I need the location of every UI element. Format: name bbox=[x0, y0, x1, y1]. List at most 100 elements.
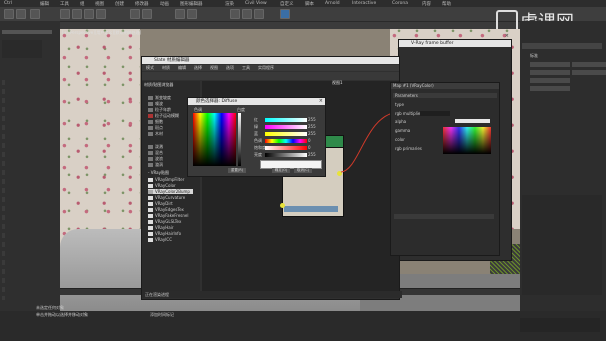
close-icon[interactable]: × bbox=[505, 33, 509, 39]
color-preview bbox=[443, 127, 491, 154]
close-icon[interactable]: × bbox=[319, 98, 323, 104]
channel-value[interactable]: 255 bbox=[308, 117, 316, 122]
browser-header: 材质/贴图浏览器 bbox=[144, 82, 174, 87]
slate-menu-item[interactable]: 编辑 bbox=[178, 65, 186, 71]
list-item: VRayHairInfo bbox=[148, 231, 193, 236]
left-panel bbox=[0, 21, 60, 311]
slate-menu-item[interactable]: 实用程序 bbox=[258, 65, 274, 71]
stats-panel bbox=[2, 40, 42, 58]
channel-value[interactable]: 255 bbox=[308, 124, 316, 129]
color-preview-swatch bbox=[260, 160, 322, 169]
channel-label: 蓝 bbox=[254, 131, 258, 136]
menu-item[interactable]: Interactive bbox=[352, 1, 376, 6]
list-item: VRayGLSLTex bbox=[148, 219, 193, 224]
channel-label: 亮度 bbox=[254, 152, 262, 157]
align-icon[interactable] bbox=[187, 9, 197, 19]
link-icon[interactable] bbox=[30, 9, 40, 19]
panel-dropdown[interactable]: 标准 bbox=[530, 53, 538, 59]
red-slider[interactable] bbox=[265, 118, 307, 122]
slate-menu-item[interactable]: 选项 bbox=[226, 65, 234, 71]
angle-snap-icon[interactable] bbox=[142, 9, 152, 19]
select-icon[interactable] bbox=[60, 9, 70, 19]
menu-bar: Ctrl 编辑 工具 组 视图 创建 修改器 动画 图形编辑器 渲染 Civil… bbox=[0, 0, 606, 7]
channel-value[interactable]: 255 bbox=[308, 152, 316, 157]
param-label: rgb multiplier bbox=[395, 111, 423, 116]
object-type-button[interactable] bbox=[530, 62, 570, 67]
slate-status: 正在渲染进程 bbox=[142, 291, 402, 298]
slate-menu-item[interactable]: 材质 bbox=[162, 65, 170, 71]
snap-icon[interactable] bbox=[130, 9, 140, 19]
object-type-button[interactable] bbox=[530, 70, 570, 75]
list-item: VRayDirt bbox=[148, 201, 193, 206]
channel-label: 绿 bbox=[254, 124, 258, 129]
list-item: VRayHair bbox=[148, 225, 193, 230]
undo-icon[interactable] bbox=[4, 9, 14, 19]
params-header[interactable]: Parameters bbox=[393, 93, 497, 98]
status-selection: 未选定任何对象 bbox=[36, 305, 64, 310]
object-type-button[interactable] bbox=[530, 86, 570, 91]
list-item-selected: VRayColor2Bump bbox=[148, 189, 193, 194]
param-label: gamma bbox=[395, 128, 411, 133]
value-slider[interactable] bbox=[265, 153, 307, 157]
list-item: VRayEdgesTex bbox=[148, 207, 193, 212]
slate-menu-item[interactable]: 工具 bbox=[242, 65, 250, 71]
channel-value[interactable]: 255 bbox=[308, 131, 316, 136]
move-icon[interactable] bbox=[72, 9, 82, 19]
color-picker-title: 颜色选择器: Diffuse bbox=[188, 98, 325, 105]
material-editor-icon[interactable] bbox=[230, 9, 240, 19]
channel-value[interactable]: 0 bbox=[308, 138, 311, 143]
saturation-slider[interactable] bbox=[265, 146, 307, 150]
redo-icon[interactable] bbox=[16, 9, 26, 19]
status-prompt: 单击并拖动以选择并移动对象 bbox=[36, 312, 88, 317]
view-tab[interactable]: 视图1 bbox=[332, 80, 343, 86]
list-item: VRayColor bbox=[148, 183, 193, 188]
ok-button[interactable]: 确定(O) bbox=[272, 168, 290, 173]
slate-menu-item[interactable]: 视图 bbox=[210, 65, 218, 71]
list-item: VRayICC bbox=[148, 237, 193, 242]
render-icon[interactable] bbox=[254, 9, 264, 19]
slate-toolbar bbox=[142, 72, 399, 80]
vfb-title: V-Ray frame buffer bbox=[399, 40, 511, 47]
param-label: type bbox=[395, 102, 404, 107]
whiteness-slider[interactable] bbox=[238, 113, 241, 166]
left-tool-strip bbox=[2, 80, 5, 300]
rotate-icon[interactable] bbox=[84, 9, 94, 19]
object-type-button[interactable] bbox=[572, 62, 606, 67]
slate-menu-item[interactable]: 选择 bbox=[194, 65, 202, 71]
reset-button[interactable]: 重置(R) bbox=[228, 168, 246, 173]
channel-value[interactable]: 0 bbox=[308, 145, 311, 150]
render-frame-icon[interactable] bbox=[280, 9, 290, 19]
mirror-icon[interactable] bbox=[175, 9, 185, 19]
green-slider[interactable] bbox=[265, 125, 307, 129]
node-output-slot[interactable] bbox=[284, 206, 338, 212]
channel-label: 色调 bbox=[254, 138, 262, 143]
time-tag[interactable]: 添加时间标记 bbox=[150, 312, 174, 318]
menu-item[interactable]: Corona bbox=[392, 1, 408, 6]
object-type-button[interactable] bbox=[572, 70, 606, 75]
color-swatch[interactable] bbox=[455, 119, 490, 123]
param-label: alpha bbox=[395, 119, 407, 124]
hue-field[interactable] bbox=[193, 113, 236, 166]
render-setup-icon[interactable] bbox=[242, 9, 252, 19]
menu-item[interactable]: Civil View bbox=[245, 1, 267, 6]
slate-title: Slate 材质编辑器 bbox=[142, 57, 399, 64]
object-type-button[interactable] bbox=[530, 78, 570, 83]
command-tabs bbox=[522, 43, 602, 49]
params-panel: Map #1 (VRayColor) Parameters bbox=[390, 82, 500, 256]
cancel-button[interactable]: 取消(C) bbox=[294, 168, 312, 173]
playback-controls[interactable] bbox=[520, 318, 600, 332]
blue-slider[interactable] bbox=[265, 132, 307, 136]
node-socket[interactable] bbox=[280, 203, 285, 208]
channel-label: 红 bbox=[254, 117, 258, 122]
hue-slider[interactable] bbox=[265, 139, 307, 143]
status-bar bbox=[0, 311, 606, 341]
slate-menu-item[interactable]: 模式 bbox=[146, 65, 154, 71]
param-field[interactable] bbox=[420, 111, 450, 116]
params-footer bbox=[394, 214, 494, 219]
list-item: VRayFakeFresnel bbox=[148, 213, 193, 218]
viewport-label: [+][Perspective][用户定义][默认明暗处理] bbox=[62, 30, 142, 35]
param-label: color bbox=[395, 137, 405, 142]
menu-item[interactable]: Arnold bbox=[325, 1, 340, 6]
menu-item[interactable]: Ctrl bbox=[4, 1, 12, 6]
scale-icon[interactable] bbox=[96, 9, 106, 19]
